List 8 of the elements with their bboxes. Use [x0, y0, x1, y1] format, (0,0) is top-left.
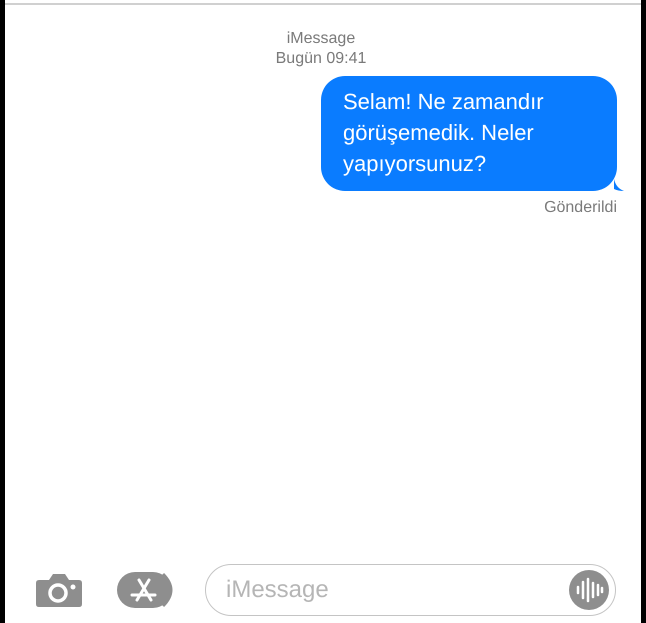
- message-field[interactable]: iMessage: [205, 564, 616, 616]
- camera-icon[interactable]: [35, 572, 83, 608]
- timestamp: Bugün 09:41: [276, 49, 366, 69]
- service-label: iMessage: [286, 29, 356, 49]
- message-input-field[interactable]: iMessage: [224, 575, 569, 605]
- delivery-status: Gönderildi: [544, 199, 617, 217]
- bubble-tail: [614, 179, 624, 191]
- audio-waveform-icon[interactable]: [569, 570, 609, 610]
